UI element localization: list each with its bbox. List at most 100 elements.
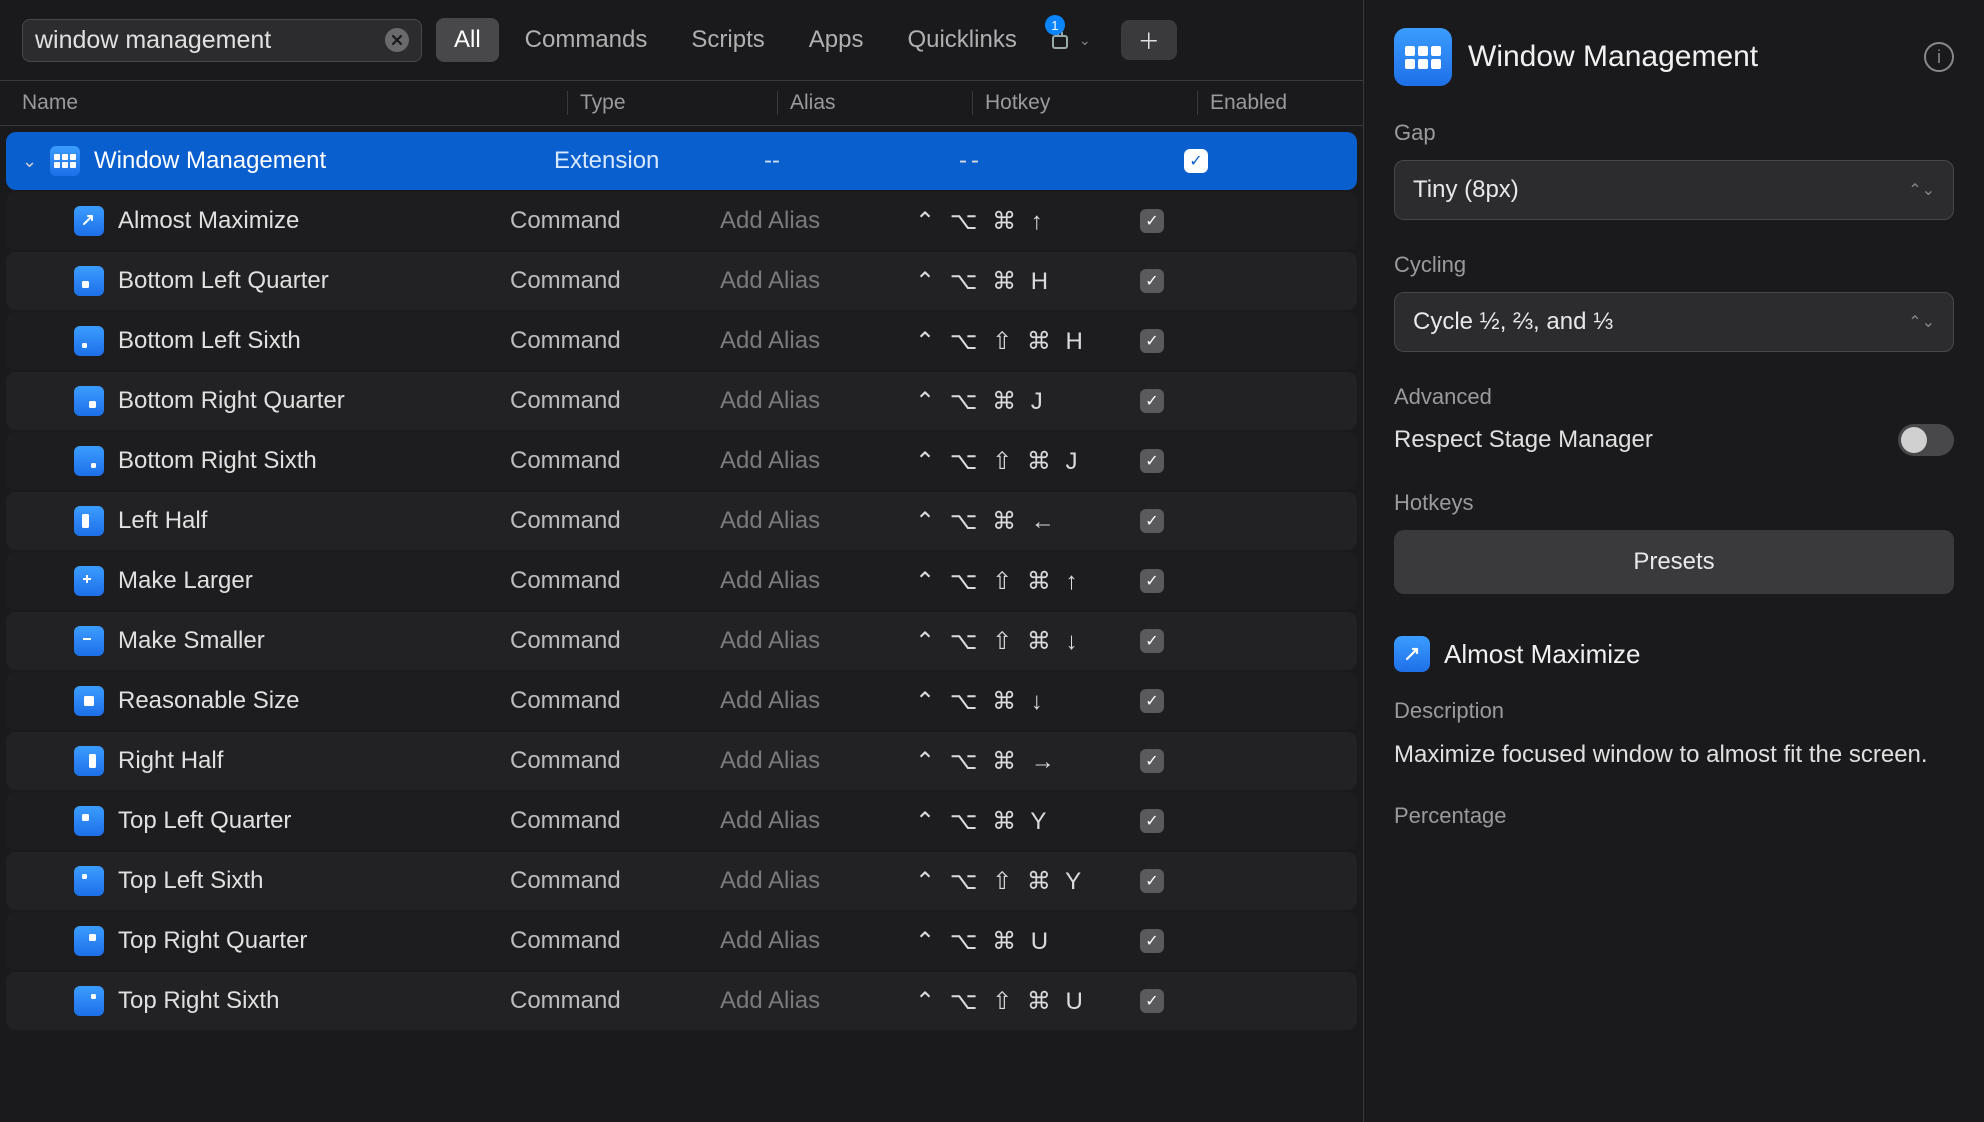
row-hotkey[interactable]: ⌃ ⌥ ⇧ ⌘ ↓ — [915, 627, 1140, 656]
add-alias-button[interactable]: Add Alias — [720, 507, 915, 535]
gap-select[interactable]: Tiny (8px) ⌃⌄ — [1394, 160, 1954, 220]
row-name: Bottom Right Sixth — [74, 446, 510, 476]
add-alias-button[interactable]: Add Alias — [720, 687, 915, 715]
add-alias-button[interactable]: Add Alias — [720, 627, 915, 655]
cycling-select[interactable]: Cycle ½, ⅔, and ⅓ ⌃⌄ — [1394, 292, 1954, 352]
add-alias-button[interactable]: Add Alias — [720, 207, 915, 235]
row-type: Command — [510, 567, 720, 595]
row-hotkey[interactable]: ⌃ ⌥ ⇧ ⌘ Y — [915, 867, 1140, 896]
add-alias-button[interactable]: Add Alias — [720, 327, 915, 355]
add-alias-button[interactable]: Add Alias — [720, 927, 915, 955]
col-enabled[interactable]: Enabled — [1197, 91, 1341, 115]
add-alias-button[interactable]: Add Alias — [720, 267, 915, 295]
table-row[interactable]: Left HalfCommandAdd Alias⌃ ⌥ ⌘ ←✓ — [6, 492, 1357, 550]
clear-search-button[interactable] — [385, 28, 409, 52]
row-enabled-checkbox[interactable]: ✓ — [1140, 629, 1341, 653]
check-icon: ✓ — [1140, 689, 1164, 713]
chevron-updown-icon: ⌃⌄ — [1908, 180, 1935, 200]
row-enabled-checkbox[interactable]: ✓ — [1140, 989, 1341, 1013]
table-row[interactable]: Right HalfCommandAdd Alias⌃ ⌥ ⌘ →✓ — [6, 732, 1357, 790]
add-alias-button[interactable]: Add Alias — [720, 867, 915, 895]
row-alias[interactable]: -- — [764, 147, 959, 175]
row-hotkey[interactable]: ⌃ ⌥ ⇧ ⌘ ↑ — [915, 567, 1140, 596]
table-row[interactable]: Top Right QuarterCommandAdd Alias⌃ ⌥ ⌘ U… — [6, 912, 1357, 970]
row-enabled-checkbox[interactable]: ✓ — [1140, 329, 1341, 353]
tab-all[interactable]: All — [436, 18, 499, 62]
row-enabled-checkbox[interactable]: ✓ — [1140, 689, 1341, 713]
row-enabled-checkbox[interactable]: ✓ — [1140, 749, 1341, 773]
stage-manager-label: Respect Stage Manager — [1394, 426, 1653, 454]
table-row[interactable]: Bottom Right SixthCommandAdd Alias⌃ ⌥ ⇧ … — [6, 432, 1357, 490]
add-button[interactable]: ＋ — [1121, 20, 1177, 60]
row-enabled-checkbox[interactable]: ✓ — [1140, 209, 1341, 233]
check-icon: ✓ — [1184, 149, 1208, 173]
command-icon — [1394, 636, 1430, 672]
row-enabled-checkbox[interactable]: ✓ — [1140, 569, 1341, 593]
tab-apps[interactable]: Apps — [791, 18, 882, 62]
window-position-icon — [74, 806, 104, 836]
tab-commands[interactable]: Commands — [507, 18, 666, 62]
plus-icon: ＋ — [1138, 29, 1160, 54]
add-alias-button[interactable]: Add Alias — [720, 567, 915, 595]
row-hotkey[interactable]: ⌃ ⌥ ⌘ ↑ — [915, 207, 1140, 236]
chevron-down-icon[interactable]: ⌄ — [22, 151, 44, 172]
row-hotkey[interactable]: ⌃ ⌥ ⇧ ⌘ U — [915, 987, 1140, 1016]
col-hotkey[interactable]: Hotkey — [972, 91, 1197, 115]
table-row[interactable]: Bottom Right QuarterCommandAdd Alias⌃ ⌥ … — [6, 372, 1357, 430]
row-hotkey[interactable]: -- — [959, 147, 1184, 175]
extension-row[interactable]: ⌄ Window Management Extension -- -- ✓ — [6, 132, 1357, 190]
row-enabled-checkbox[interactable]: ✓ — [1140, 269, 1341, 293]
info-icon[interactable]: i — [1924, 42, 1954, 72]
presets-button[interactable]: Presets — [1394, 530, 1954, 594]
row-hotkey[interactable]: ⌃ ⌥ ⌘ U — [915, 927, 1140, 956]
add-alias-button[interactable]: Add Alias — [720, 387, 915, 415]
col-name[interactable]: Name — [22, 91, 567, 115]
row-hotkey[interactable]: ⌃ ⌥ ⌘ J — [915, 387, 1140, 416]
row-enabled-checkbox[interactable]: ✓ — [1140, 929, 1341, 953]
row-type: Command — [510, 687, 720, 715]
row-hotkey[interactable]: ⌃ ⌥ ⇧ ⌘ J — [915, 447, 1140, 476]
table-row[interactable]: Make SmallerCommandAdd Alias⌃ ⌥ ⇧ ⌘ ↓✓ — [6, 612, 1357, 670]
window-position-icon — [74, 506, 104, 536]
table-row[interactable]: Top Right SixthCommandAdd Alias⌃ ⌥ ⇧ ⌘ U… — [6, 972, 1357, 1030]
table-row[interactable]: Top Left SixthCommandAdd Alias⌃ ⌥ ⇧ ⌘ Y✓ — [6, 852, 1357, 910]
row-enabled-checkbox[interactable]: ✓ — [1140, 389, 1341, 413]
search-field[interactable] — [22, 19, 422, 62]
row-hotkey[interactable]: ⌃ ⌥ ⌘ H — [915, 267, 1140, 296]
row-enabled-checkbox[interactable]: ✓ — [1140, 449, 1341, 473]
table-row[interactable]: Top Left QuarterCommandAdd Alias⌃ ⌥ ⌘ Y✓ — [6, 792, 1357, 850]
table-row[interactable]: Bottom Left QuarterCommandAdd Alias⌃ ⌥ ⌘… — [6, 252, 1357, 310]
table-row[interactable]: Bottom Left SixthCommandAdd Alias⌃ ⌥ ⇧ ⌘… — [6, 312, 1357, 370]
row-hotkey[interactable]: ⌃ ⌥ ⌘ → — [915, 747, 1140, 776]
store-button[interactable]: 1 ⌄ — [1049, 19, 1091, 61]
row-name: Top Right Quarter — [74, 926, 510, 956]
window-position-icon — [74, 266, 104, 296]
row-type: Extension — [554, 147, 764, 175]
row-hotkey[interactable]: ⌃ ⌥ ⌘ ↓ — [915, 687, 1140, 716]
search-input[interactable] — [35, 26, 385, 55]
add-alias-button[interactable]: Add Alias — [720, 747, 915, 775]
row-enabled-checkbox[interactable]: ✓ — [1140, 869, 1341, 893]
check-icon: ✓ — [1140, 269, 1164, 293]
add-alias-button[interactable]: Add Alias — [720, 447, 915, 475]
row-hotkey[interactable]: ⌃ ⌥ ⌘ ← — [915, 507, 1140, 536]
tab-scripts[interactable]: Scripts — [673, 18, 782, 62]
tab-quicklinks[interactable]: Quicklinks — [889, 18, 1034, 62]
stage-manager-toggle[interactable] — [1898, 424, 1954, 456]
add-alias-button[interactable]: Add Alias — [720, 987, 915, 1015]
row-hotkey[interactable]: ⌃ ⌥ ⇧ ⌘ H — [915, 327, 1140, 356]
col-type[interactable]: Type — [567, 91, 777, 115]
table-body: ⌄ Window Management Extension -- -- ✓ Al… — [0, 126, 1363, 1122]
table-row[interactable]: Almost MaximizeCommandAdd Alias⌃ ⌥ ⌘ ↑✓ — [6, 192, 1357, 250]
row-type: Command — [510, 267, 720, 295]
col-alias[interactable]: Alias — [777, 91, 972, 115]
row-enabled-checkbox[interactable]: ✓ — [1140, 509, 1341, 533]
hotkeys-label: Hotkeys — [1394, 490, 1954, 516]
row-enabled[interactable]: ✓ — [1184, 149, 1341, 173]
table-row[interactable]: Make LargerCommandAdd Alias⌃ ⌥ ⇧ ⌘ ↑✓ — [6, 552, 1357, 610]
row-name: Top Right Sixth — [74, 986, 510, 1016]
table-row[interactable]: Reasonable SizeCommandAdd Alias⌃ ⌥ ⌘ ↓✓ — [6, 672, 1357, 730]
row-hotkey[interactable]: ⌃ ⌥ ⌘ Y — [915, 807, 1140, 836]
add-alias-button[interactable]: Add Alias — [720, 807, 915, 835]
row-enabled-checkbox[interactable]: ✓ — [1140, 809, 1341, 833]
